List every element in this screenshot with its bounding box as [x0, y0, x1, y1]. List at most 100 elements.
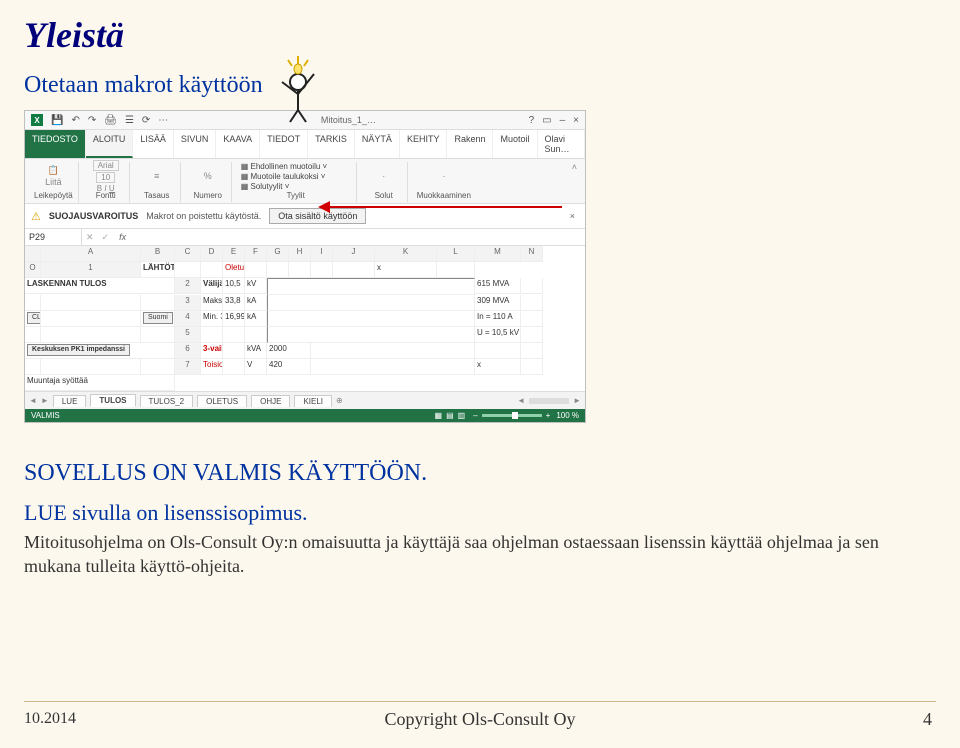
tab-muotoil[interactable]: Muotoil — [493, 130, 537, 158]
col-header[interactable]: G — [267, 246, 289, 262]
collapse-ribbon-icon[interactable]: ˄ — [568, 162, 581, 202]
row-header[interactable]: 4 — [175, 311, 201, 327]
cell[interactable]: 10,5 — [223, 278, 245, 294]
row-header[interactable]: 2 — [175, 278, 201, 294]
cell[interactable]: 2000 — [267, 343, 311, 359]
sheet-tab[interactable]: OHJE — [251, 395, 290, 407]
ribbon-options-icon[interactable]: ▭ — [542, 115, 551, 126]
row-header[interactable]: 3 — [175, 295, 201, 311]
name-box[interactable]: P29 — [25, 229, 82, 245]
col-header[interactable]: K — [375, 246, 437, 262]
tab-view[interactable]: NÄYTÄ — [355, 130, 400, 158]
cell[interactable]: LÄHTÖTIEDOT — [141, 262, 175, 278]
new-sheet-icon[interactable]: ⊕ — [336, 396, 343, 405]
percent-icon[interactable]: % — [204, 171, 212, 181]
row-header[interactable]: 1 — [41, 262, 141, 278]
fx-icon[interactable]: fx — [113, 232, 132, 242]
cell[interactable]: Muuntaja syöttää — [25, 375, 175, 391]
impedance-button[interactable]: Keskuksen PK1 impedanssi — [25, 343, 175, 359]
cancel-fx-icon[interactable]: ✕ — [82, 232, 98, 243]
col-header[interactable]: A — [41, 246, 141, 262]
conditional-format-button[interactable]: ▦ Ehdollinen muotoilu ˅ — [241, 162, 328, 171]
paste-icon[interactable]: 📋 — [48, 165, 59, 176]
cell[interactable]: 615 MVA — [475, 278, 521, 294]
cell[interactable]: kA — [245, 311, 267, 327]
view-normal-icon[interactable]: ▦ — [435, 411, 443, 420]
more-icon[interactable]: ⋯ — [158, 115, 168, 126]
confirm-fx-icon[interactable]: ✓ — [98, 232, 114, 243]
col-header[interactable]: J — [333, 246, 375, 262]
align-icon[interactable]: ≡ — [154, 171, 159, 181]
cell[interactable]: Toisiojännite — [201, 359, 223, 375]
col-header[interactable]: N — [521, 246, 543, 262]
cell[interactable]: U = 10,5 kV — [475, 327, 521, 343]
col-header[interactable]: C — [175, 246, 201, 262]
sheet-tab[interactable]: KIELI — [294, 395, 332, 407]
tab-pagelayout[interactable]: SIVUN — [174, 130, 217, 158]
sheet-tab[interactable]: OLETUS — [197, 395, 247, 407]
col-header[interactable]: O — [25, 262, 41, 278]
sheet-tab[interactable]: LUE — [53, 395, 87, 407]
save-icon[interactable]: 💾 — [51, 115, 63, 126]
hscroll-track[interactable] — [529, 398, 569, 404]
tab-home[interactable]: ALOITU — [86, 130, 134, 158]
row-header[interactable]: 6 — [175, 343, 201, 359]
cell[interactable]: V — [245, 359, 267, 375]
cell[interactable]: kVA — [245, 343, 267, 359]
hscroll-right-icon[interactable]: ► — [573, 396, 581, 405]
col-header[interactable]: B — [141, 246, 175, 262]
undo-icon[interactable]: ↶ — [71, 115, 79, 126]
row-header[interactable]: 7 — [175, 359, 201, 375]
sheet-nav-prev-icon[interactable]: ◄ — [29, 396, 37, 405]
tab-insert[interactable]: LISÄÄ — [133, 130, 174, 158]
cell[interactable]: Maks. 3-vaihe oikosulkuvirta — [201, 295, 223, 311]
spreadsheet-grid[interactable]: A B C D E F G H I J K L M N O 1 LÄHTÖTIE… — [25, 246, 585, 391]
font-name-select[interactable]: Arial — [93, 160, 119, 171]
cell[interactable]: Välijänniteverkko — [201, 278, 223, 294]
cell-styles-button[interactable]: ▦ Solutyylit ˅ — [241, 182, 290, 191]
hscroll-left-icon[interactable]: ◄ — [517, 396, 525, 405]
cell[interactable]: 3-vaihemuuntaja 1 — [201, 343, 223, 359]
minimize-icon[interactable]: – — [560, 115, 566, 126]
col-header[interactable]: M — [475, 246, 521, 262]
cell[interactable]: x — [475, 359, 521, 375]
tab-data[interactable]: TIEDOT — [260, 130, 308, 158]
help-icon[interactable]: ? — [529, 115, 535, 126]
cell[interactable]: kV — [245, 278, 267, 294]
tab-file[interactable]: TIEDOSTO — [25, 130, 86, 158]
col-header[interactable]: F — [245, 246, 267, 262]
cell[interactable]: In = 110 A — [475, 311, 521, 327]
tab-review[interactable]: TARKIS — [308, 130, 355, 158]
cell[interactable]: 16,99 — [223, 311, 245, 327]
zoom-out-icon[interactable]: – — [473, 411, 477, 420]
touch-icon[interactable]: ☰ — [125, 115, 134, 126]
tab-rakenn[interactable]: Rakenn — [447, 130, 493, 158]
refresh-icon[interactable]: ⟳ — [142, 115, 150, 126]
font-size-select[interactable]: 10 — [96, 172, 115, 183]
col-header[interactable]: L — [437, 246, 475, 262]
close-icon[interactable]: × — [573, 115, 579, 126]
language-button[interactable]: Suomi — [141, 311, 175, 327]
sheet-nav-next-icon[interactable]: ► — [41, 396, 49, 405]
clear-button[interactable]: CLEAR — [25, 311, 41, 327]
zoom-slider[interactable] — [482, 414, 542, 417]
cell[interactable]: kA — [245, 295, 267, 311]
sheet-tab[interactable]: TULOS — [90, 394, 135, 407]
cell[interactable]: Min. 3-vaihe oikosulkuvirta — [201, 311, 223, 327]
sheet-tab[interactable]: TULOS_2 — [140, 395, 194, 407]
tab-formulas[interactable]: KAAVA — [216, 130, 260, 158]
view-pagelayout-icon[interactable]: ▤ — [446, 411, 454, 420]
col-header[interactable]: D — [201, 246, 223, 262]
col-header[interactable]: E — [223, 246, 245, 262]
cell[interactable]: 33,8 — [223, 295, 245, 311]
cell[interactable]: Oletusarvot — [223, 262, 245, 278]
table-format-button[interactable]: ▦ Muotoile taulukoksi ˅ — [241, 172, 326, 181]
col-header[interactable]: I — [311, 246, 333, 262]
cell[interactable]: LASKENNAN TULOS — [25, 278, 175, 294]
account-user[interactable]: Olavi Sun… — [538, 130, 586, 158]
col-header[interactable]: H — [289, 246, 311, 262]
zoom-in-icon[interactable]: + — [546, 411, 551, 420]
zoom-level[interactable]: 100 % — [556, 411, 579, 420]
tab-developer[interactable]: KEHITY — [400, 130, 448, 158]
view-pagebreak-icon[interactable]: ▥ — [458, 411, 466, 420]
